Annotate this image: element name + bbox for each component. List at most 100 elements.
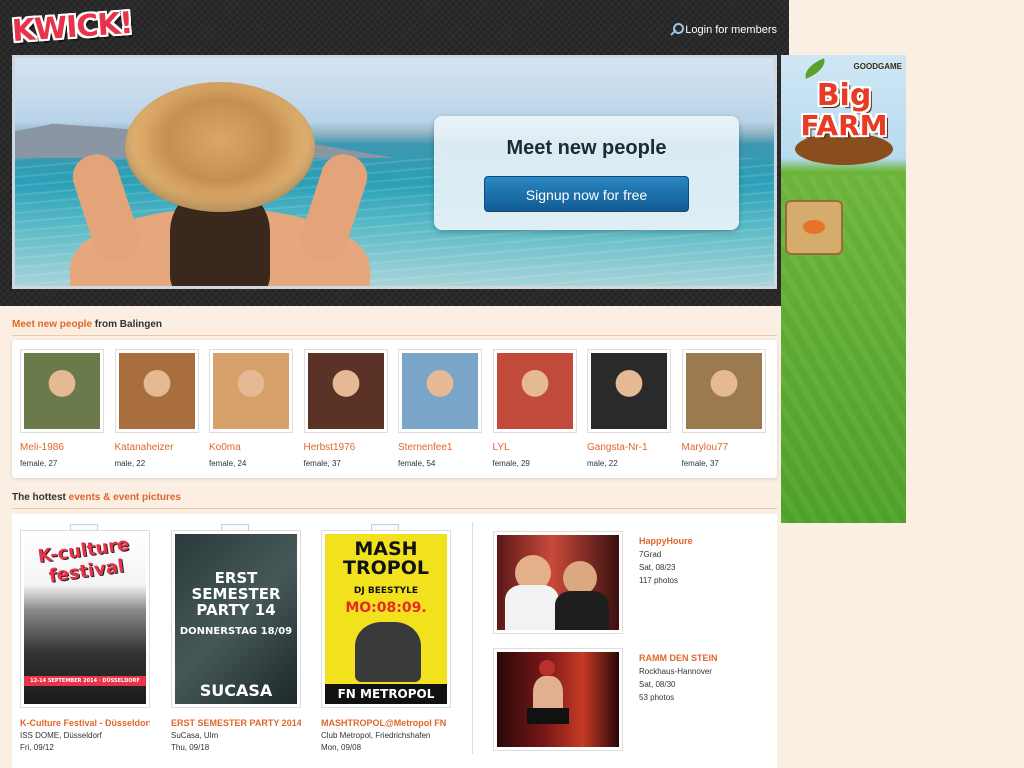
people-list: Meli-1986 female, 27 Katanaheizer male, 22 K…	[12, 340, 777, 478]
profile-info: female, 54	[398, 459, 436, 468]
album-title[interactable]: RAMM DEN STEIN	[639, 653, 718, 663]
event-title[interactable]: K-Culture Festival - Düsseldorf	[20, 718, 150, 728]
event-poster[interactable]: K-culture festival 12-14 SEPTEMBER 2014 …	[20, 530, 150, 708]
event-title[interactable]: MASHTROPOL@Metropol FN	[321, 718, 451, 728]
profile-name[interactable]: Katanaheizer	[115, 442, 199, 453]
album-location: Rockhaus-Hannover	[639, 667, 712, 676]
album-photo-count: 117 photos	[639, 576, 678, 585]
avatar	[402, 353, 478, 429]
poster-footer: FN METROPOL	[325, 684, 447, 704]
album-date: Sat, 08/30	[639, 680, 676, 689]
profile-name[interactable]: LYL	[493, 442, 577, 453]
profile-card[interactable]: Marylou77 female, 37	[681, 349, 766, 468]
ad-title-farm: FARM	[800, 109, 888, 142]
seed-bag-icon	[785, 200, 843, 255]
event-title[interactable]: ERST SEMESTER PARTY 2014:	[171, 718, 301, 728]
sun-hat-image	[125, 82, 315, 212]
album-title[interactable]: HappyHoure	[639, 536, 693, 546]
profile-photo[interactable]	[398, 349, 482, 433]
album-photo-count: 53 photos	[639, 693, 675, 702]
poster-headline: ERST SEMESTER PARTY 14	[191, 569, 281, 619]
profile-info: male, 22	[114, 459, 146, 468]
avatar	[496, 353, 573, 429]
avatar	[307, 353, 384, 429]
hero-title: Meet new people	[506, 137, 667, 159]
album-thumbnail[interactable]	[493, 531, 623, 634]
poster-portrait	[355, 622, 421, 682]
profile-card[interactable]: Herbst1976 female, 37	[303, 349, 388, 468]
hero-banner: Meet new people Signup now for free	[12, 55, 777, 289]
key-icon	[668, 23, 685, 36]
photo-album[interactable]: RAMM DEN STEIN Rockhaus-Hannover Sat, 08…	[493, 648, 793, 751]
profile-photo[interactable]	[114, 349, 199, 433]
event-location: ISS DOME, Düsseldorf	[20, 731, 102, 740]
people-section-title: Meet new people from Balingen	[12, 319, 162, 330]
profile-photo[interactable]	[587, 349, 671, 433]
profile-card[interactable]: Meli-1986 female, 27	[20, 349, 104, 468]
profile-name[interactable]: Marylou77	[682, 442, 766, 453]
album-thumbnail[interactable]	[493, 648, 623, 751]
profile-card[interactable]: LYL female, 29	[492, 349, 577, 468]
profile-name[interactable]: Herbst1976	[304, 442, 388, 453]
event-poster[interactable]: MASH TROPOL DJ BEESTYLE MO:08:09. FN MET…	[321, 530, 451, 708]
divider	[12, 335, 777, 336]
events-section-link[interactable]: events & event pictures	[69, 492, 181, 503]
header: KWICK! Login for members Meet new people…	[0, 0, 789, 306]
divider	[472, 522, 473, 754]
ad-title-big: Big	[816, 78, 872, 113]
avatar	[24, 353, 100, 429]
album-date: Sat, 08/23	[639, 563, 676, 572]
profile-name[interactable]: Meli-1986	[20, 442, 104, 453]
profile-photo[interactable]	[209, 349, 293, 433]
avatar	[213, 353, 289, 429]
big-farm-ad[interactable]: GOODGAME Big FARM	[781, 55, 906, 523]
profile-card[interactable]: Sternenfee1 female, 54	[398, 349, 482, 468]
login-link[interactable]: Login for members	[668, 23, 777, 36]
poster-subline: DJ BEESTYLE	[353, 586, 419, 596]
events-section-prefix: The hottest	[12, 492, 69, 503]
ad-title: Big FARM	[789, 81, 899, 141]
poster-subline: DONNERSTAG 18/09	[179, 626, 293, 637]
profile-name[interactable]: Sternenfee1	[398, 442, 482, 453]
avatar	[685, 353, 762, 429]
profile-photo[interactable]	[303, 349, 388, 433]
profile-card[interactable]: Ko0ma female, 24	[209, 349, 293, 468]
profile-info: female, 29	[492, 459, 530, 468]
event-card[interactable]: MASH TROPOL DJ BEESTYLE MO:08:09. FN MET…	[321, 524, 451, 752]
poster-subline: 12-14 SEPTEMBER 2014 · DÜSSELDORF	[24, 676, 146, 686]
photo-album[interactable]: HappyHoure 7Grad Sat, 08/23 117 photos	[493, 531, 793, 634]
profile-photo[interactable]	[20, 349, 104, 433]
event-location: SuCasa, Ulm	[171, 731, 219, 740]
profile-name[interactable]: Gangsta-Nr-1	[587, 442, 671, 453]
events-section-title: The hottest events & event pictures	[12, 492, 181, 503]
event-card[interactable]: K-culture festival 12-14 SEPTEMBER 2014 …	[20, 524, 150, 752]
event-date: Thu, 09/18	[171, 743, 210, 752]
avatar	[591, 353, 667, 429]
profile-info: female, 24	[209, 459, 247, 468]
event-date: Fri, 09/12	[20, 743, 54, 752]
album-location: 7Grad	[639, 550, 662, 559]
signup-box: Meet new people Signup now for free	[434, 116, 739, 230]
event-poster[interactable]: ERST SEMESTER PARTY 14 DONNERSTAG 18/09 …	[171, 530, 301, 708]
profile-photo[interactable]	[681, 349, 766, 433]
avatar	[118, 353, 195, 429]
profile-photo[interactable]	[492, 349, 577, 433]
poster-headline: K-culture festival	[36, 534, 131, 588]
profile-info: male, 22	[587, 459, 618, 468]
profile-name[interactable]: Ko0ma	[209, 442, 293, 453]
signup-button[interactable]: Signup now for free	[484, 176, 689, 212]
profile-info: female, 37	[681, 459, 719, 468]
profile-card[interactable]: Katanaheizer male, 22	[114, 349, 199, 468]
poster-footer: SUCASA	[199, 681, 273, 700]
profile-info: female, 37	[303, 459, 341, 468]
event-date: Mon, 09/08	[321, 743, 362, 752]
people-section-link[interactable]: Meet new people	[12, 319, 92, 330]
event-location: Club Metropol, Friedrichshafen	[321, 731, 431, 740]
kwick-logo[interactable]: KWICK!	[11, 6, 134, 49]
poster-date: MO:08:09.	[345, 600, 427, 616]
profile-card[interactable]: Gangsta-Nr-1 male, 22	[587, 349, 671, 468]
events-panel: K-culture festival 12-14 SEPTEMBER 2014 …	[12, 514, 777, 768]
people-section-suffix: from Balingen	[92, 319, 163, 330]
event-card[interactable]: ERST SEMESTER PARTY 14 DONNERSTAG 18/09 …	[171, 524, 301, 752]
poster-headline: MASH TROPOL	[343, 538, 429, 579]
